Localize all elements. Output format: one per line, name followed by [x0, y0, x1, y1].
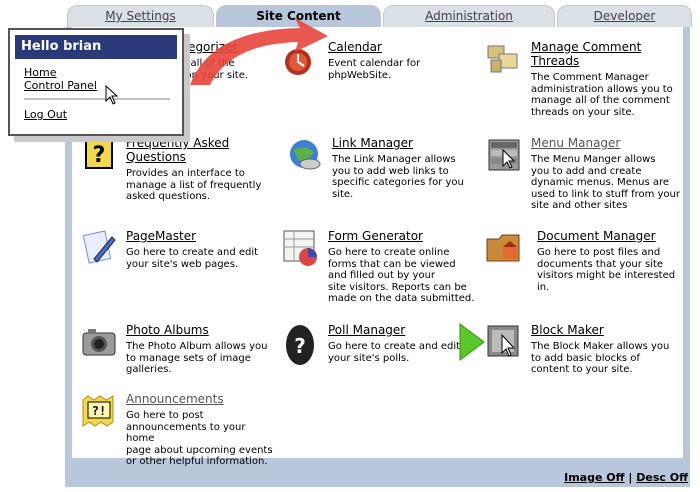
link-manager-icon[interactable] [286, 136, 324, 174]
svg-text:?: ? [93, 143, 106, 168]
popup-greeting: Hello brian [15, 35, 177, 59]
document-manager-link[interactable]: Document Manager [537, 229, 687, 243]
pagemaster-icon[interactable] [80, 229, 118, 267]
announcements-icon[interactable]: ?! [80, 392, 118, 430]
block-maker-desc: The Block Maker allows you to add basic … [531, 341, 670, 375]
photo-albums-link[interactable]: Photo Albums [126, 323, 276, 337]
svg-text:?!: ?! [92, 404, 106, 418]
logout-link[interactable]: Log Out [24, 108, 67, 121]
form-generator-desc: Go here to create online forms that can … [328, 247, 475, 304]
block-maker-link[interactable]: Block Maker [531, 323, 681, 337]
desc-off-link[interactable]: Desc Off [636, 471, 688, 484]
announcements-link[interactable]: Announcements [126, 392, 276, 406]
calendar-link[interactable]: Calendar [328, 40, 478, 54]
tab-developer[interactable]: Developer [557, 5, 692, 27]
form-generator-icon[interactable] [282, 229, 320, 267]
control-panel-link[interactable]: Control Panel [24, 79, 97, 92]
tab-administration[interactable]: Administration [383, 5, 555, 27]
footer-separator: | [628, 471, 633, 484]
comments-icon[interactable] [485, 40, 523, 78]
block-maker-icon[interactable] [485, 323, 523, 361]
link-manager-link[interactable]: Link Manager [332, 136, 482, 150]
comment-threads-desc: The Comment Manager administration allow… [531, 72, 673, 118]
user-popup: Hello brian Home Control Panel Log Out [8, 28, 184, 136]
form-generator-link[interactable]: Form Generator [328, 229, 478, 243]
photo-albums-icon[interactable] [80, 323, 118, 361]
photo-albums-desc: The Photo Album allows you to manage set… [126, 341, 268, 375]
popup-divider [24, 98, 170, 100]
mouse-cursor-icon [105, 85, 119, 105]
manage-comment-threads-link[interactable]: Manage Comment Threads [531, 40, 681, 68]
calendar-desc: Event calendar for phpWebSite. [328, 58, 421, 81]
menu-manager-desc: The Menu Manger allows you to add and cr… [531, 154, 680, 211]
home-link[interactable]: Home [24, 66, 56, 79]
faq-link[interactable]: Frequently Asked Questions [126, 136, 276, 164]
poll-manager-desc: Go here to create and edit your site's p… [328, 341, 461, 364]
document-manager-icon[interactable] [485, 229, 523, 267]
menu-manager-link[interactable]: Menu Manager [531, 136, 681, 150]
pagemaster-desc: Go here to create and edit your site's w… [126, 247, 259, 270]
svg-text:?: ? [294, 334, 306, 358]
swoosh-arrow-icon [180, 10, 330, 93]
poll-manager-link[interactable]: Poll Manager [328, 323, 478, 337]
faq-icon[interactable]: ? [80, 136, 118, 174]
pointer-arrow-icon [458, 322, 486, 365]
document-manager-desc: Go here to post files and documents that… [537, 247, 676, 293]
pagemaster-link[interactable]: PageMaster [126, 229, 276, 243]
faq-desc: Provides an interface to manage a list o… [126, 168, 262, 202]
link-manager-desc: The Link Manager allows you to add web l… [332, 154, 464, 200]
poll-manager-icon[interactable]: ? [282, 323, 320, 365]
display-toggle-footer: Image Off | Desc Off [564, 471, 688, 484]
announcements-desc: Go here to post announcements to your ho… [126, 410, 273, 467]
image-off-link[interactable]: Image Off [564, 471, 624, 484]
menu-manager-icon[interactable] [485, 136, 523, 174]
